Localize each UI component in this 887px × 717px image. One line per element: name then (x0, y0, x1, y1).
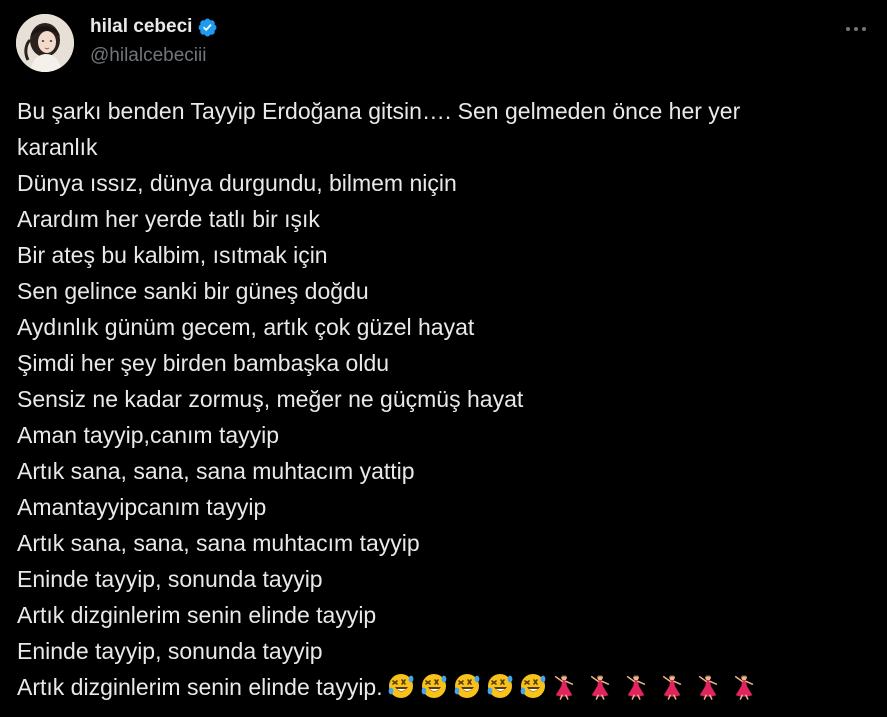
tweet-line: Amantayyipcanım tayyip (17, 494, 267, 520)
tweet-line: Sen gelince sanki bir güneş doğdu (17, 278, 369, 304)
author-names: hilal cebeci @hilalcebeciii (90, 14, 218, 68)
tweet-line: Eninde tayyip, sonunda tayyip (17, 638, 323, 664)
tweet-line: Artık dizginlerim senin elinde tayyip (17, 602, 377, 628)
woman-dancing-emoji-icon (590, 674, 609, 700)
tweet-line: Artık sana, sana, sana muhtacım yattip (17, 458, 415, 484)
avatar-image (16, 14, 74, 72)
rolling-on-floor-laughing-emoji-icon (520, 674, 546, 698)
woman-dancing-emoji-icon (734, 674, 753, 700)
avatar[interactable] (16, 14, 74, 72)
display-name[interactable]: hilal cebeci (90, 14, 192, 40)
tweet-line: karanlık (17, 134, 98, 160)
tweet-line: Artık sana, sana, sana muhtacım tayyip (17, 530, 420, 556)
tweet-line: Sensiz ne kadar zormuş, meğer ne güçmüş … (17, 386, 524, 412)
woman-dancing-emoji-icon (554, 674, 573, 700)
tweet-line: Şimdi her şey birden bambaşka oldu (17, 350, 390, 376)
more-options-icon[interactable] (841, 16, 871, 42)
tweet-line: Aydınlık günüm gecem, artık çok güzel ha… (17, 314, 475, 340)
verified-badge-icon[interactable] (197, 17, 218, 38)
display-name-row: hilal cebeci (90, 14, 218, 40)
tweet-line: Bir ateş bu kalbim, ısıtmak için (17, 242, 328, 268)
woman-dancing-emoji-icon (698, 674, 717, 700)
tweet: hilal cebeci @hilalcebeciii Bu şarkı ben… (0, 0, 887, 717)
tweet-text: Bu şarkı benden Tayyip Erdoğana gitsin….… (17, 93, 867, 705)
tweet-line-last-text: Artık dizginlerim senin elinde tayyip. (17, 674, 383, 700)
more-dot (854, 27, 858, 31)
emoji-row (387, 672, 768, 700)
tweet-line: Aman tayyip,canım tayyip (17, 422, 280, 448)
author-handle[interactable]: @hilalcebeciii (90, 44, 218, 68)
more-dot (862, 27, 866, 31)
tweet-header: hilal cebeci @hilalcebeciii (16, 14, 871, 74)
woman-dancing-emoji-icon (626, 674, 645, 700)
tweet-line: Eninde tayyip, sonunda tayyip (17, 566, 323, 592)
tweet-line: Arardım her yerde tatlı bir ışık (17, 206, 320, 232)
rolling-on-floor-laughing-emoji-icon (421, 674, 447, 698)
rolling-on-floor-laughing-emoji-icon (388, 674, 414, 698)
woman-dancing-emoji-icon (662, 674, 681, 700)
tweet-line: Dünya ıssız, dünya durgundu, bilmem niçi… (17, 170, 457, 196)
tweet-line: Bu şarkı benden Tayyip Erdoğana gitsin….… (17, 98, 741, 124)
rolling-on-floor-laughing-emoji-icon (454, 674, 480, 698)
rolling-on-floor-laughing-emoji-icon (487, 674, 513, 698)
more-dot (846, 27, 850, 31)
tweet-line-last: Artık dizginlerim senin elinde tayyip. (17, 669, 867, 705)
